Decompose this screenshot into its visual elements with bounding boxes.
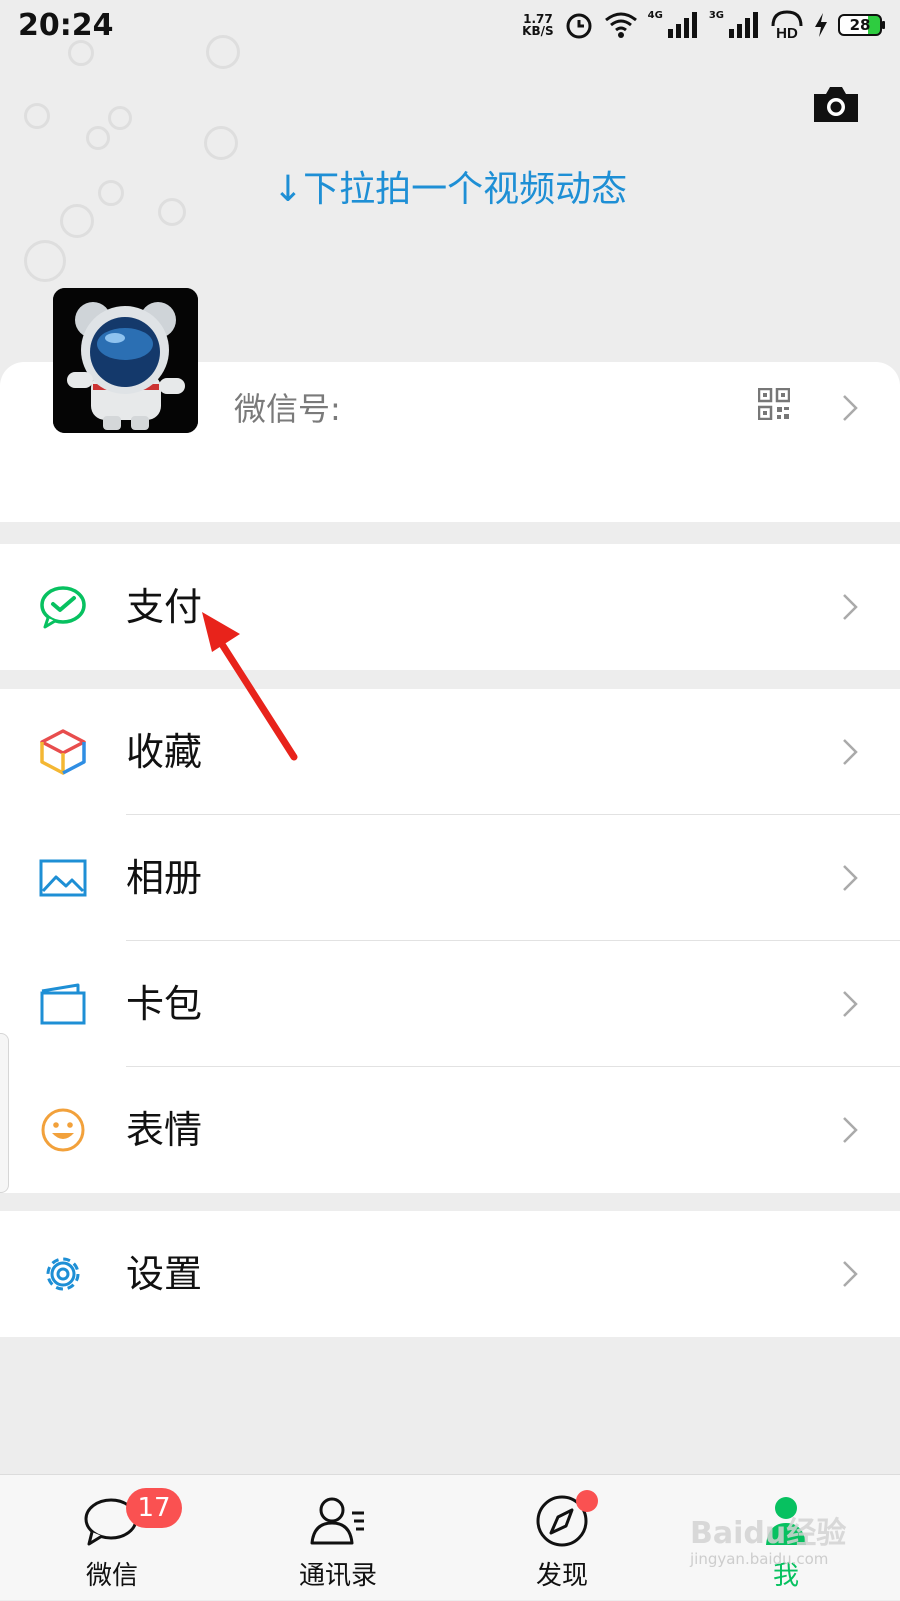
pull-hint: ↓下拉拍一个视频动态 [272,169,628,210]
chevron-right-icon [843,1117,858,1143]
charging-icon [815,13,827,37]
signal-1-label: 4G [647,9,663,21]
menu-item-pay[interactable]: 支付 [0,544,900,670]
chevron-right-icon [843,395,858,421]
unread-badge: 17 [126,1488,182,1528]
tab-label-wechat: 微信 [85,1561,138,1591]
headphone-hd-icon: HD [771,10,803,40]
card-wallet-icon [40,983,86,1025]
menu-label-stickers: 表情 [126,1108,203,1152]
tab-contacts[interactable]: 通讯录 [258,1475,418,1601]
wifi-icon [604,12,637,38]
status-time: 20:24 [18,7,114,43]
camera-icon[interactable] [812,84,860,124]
menu-item-cards[interactable]: 卡包 [0,941,900,1067]
bubble-decoration [86,126,110,150]
contacts-icon [310,1497,364,1545]
discover-dot-badge [576,1490,598,1512]
astronaut-avatar-image [53,288,198,433]
side-handle[interactable] [0,1033,9,1193]
net-speed: 1.77 KB/S [522,13,553,37]
menu-label-favorites: 收藏 [126,730,203,774]
menu-label-settings: 设置 [126,1252,203,1296]
bubble-decoration [108,106,132,130]
status-bar: 20:24 1.77 KB/S 4G 3G HD 28 [0,0,900,50]
menu-item-album[interactable]: 相册 [0,815,900,941]
avatar[interactable] [53,288,198,433]
menu-section-settings: 设置 [0,1211,900,1337]
bubble-decoration [24,240,66,282]
tab-label-contacts: 通讯录 [298,1561,377,1591]
qr-code-icon[interactable] [758,388,790,420]
signal-2-label: 3G [708,9,724,21]
menu-item-favorites[interactable]: 收藏 [0,689,900,815]
gear-icon [46,1257,80,1291]
watermark-sub: jingyan.baidu.com [690,1550,829,1568]
chevron-right-icon [843,594,858,620]
watermark-text: Baidu经验 [690,1516,847,1551]
chevron-right-icon [843,991,858,1017]
hd-label: HD [776,25,798,40]
menu-label-cards: 卡包 [126,982,203,1026]
tab-label-discover: 发现 [535,1561,588,1591]
menu-item-stickers[interactable]: 表情 [0,1067,900,1193]
bubble-decoration [24,103,50,129]
signal-2-icon [729,12,758,38]
signal-1-icon [667,12,697,38]
battery-icon: 28 [838,14,885,36]
bubble-decoration [204,126,238,160]
menu-section-main: 收藏 相册 卡包 表情 [0,689,900,1193]
status-icons: 1.77 KB/S 4G 3G HD 28 [522,9,885,40]
watermark-logo: Baidu经验 jingyan.baidu.com [690,1518,860,1588]
wechat-pay-icon [40,586,86,629]
cube-icon [40,729,86,775]
menu-section-pay: 支付 [0,544,900,670]
smiley-icon [41,1108,85,1152]
menu-label-album: 相册 [126,856,203,900]
alarm-icon [566,13,592,39]
net-speed-unit: KB/S [522,24,554,38]
chevron-right-icon [843,739,858,765]
chevron-right-icon [843,1261,858,1287]
menu-label-pay: 支付 [126,585,203,629]
menu-item-settings[interactable]: 设置 [0,1211,900,1337]
battery-level: 28 [849,16,871,34]
bubble-decoration [68,40,94,66]
chevron-right-icon [843,865,858,891]
tab-discover[interactable]: 发现 [482,1475,642,1601]
picture-icon [39,859,87,897]
wechat-id-label: 微信号: [234,390,341,428]
bubble-decoration [206,35,240,69]
